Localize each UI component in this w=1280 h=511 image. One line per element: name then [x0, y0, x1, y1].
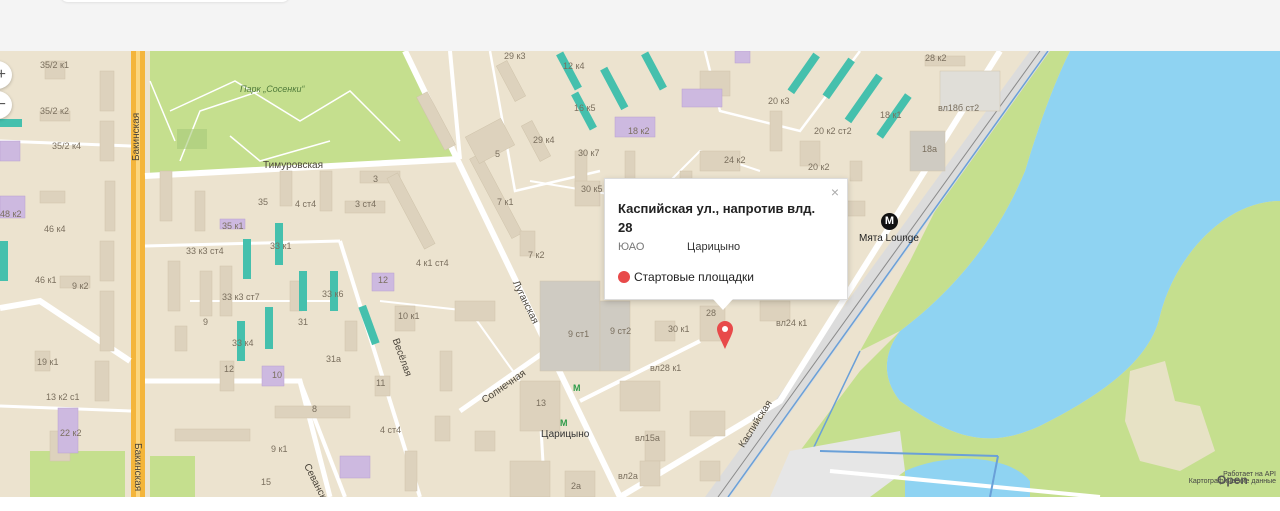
- house-number: 35/2 к4: [52, 141, 81, 151]
- house-number: 9 к2: [72, 281, 89, 291]
- house-number: вл15а: [635, 433, 660, 443]
- popup-title: Каспийская ул., напротив влд. 28: [618, 201, 816, 235]
- house-number: 10: [272, 370, 283, 380]
- house-number: 46 к1: [35, 275, 57, 285]
- page-header-strip: [0, 0, 1280, 51]
- house-number: 18 к2: [628, 126, 650, 136]
- house-number: 35/2 к1: [40, 60, 69, 70]
- house-number: 10 к1: [398, 311, 420, 321]
- house-number: 35 к1: [222, 221, 244, 231]
- metro-icon-small: M: [560, 418, 568, 428]
- house-number: 11: [376, 378, 386, 388]
- house-number: 4 ст4: [380, 425, 402, 435]
- street-label-timurovskaya: Тимуровская: [263, 160, 324, 171]
- close-icon[interactable]: ×: [831, 184, 839, 200]
- search-bar-edge[interactable]: [60, 0, 290, 2]
- house-number: 46 к4: [44, 224, 66, 234]
- house-number: 28 к2: [925, 53, 947, 63]
- house-number: 22 к2: [60, 428, 82, 438]
- house-number: 20 к2 ст2: [814, 126, 852, 136]
- house-number: 8: [312, 404, 318, 414]
- house-number: 31а: [326, 354, 342, 364]
- street-label-bakinskaya: Бакинская: [131, 112, 142, 161]
- poi-label[interactable]: Мята Lounge: [859, 233, 919, 244]
- house-number: 33 к1: [270, 241, 292, 251]
- house-number: 15: [261, 477, 272, 487]
- house-number: вл18б ст2: [938, 103, 980, 113]
- house-number: вл24 к1: [776, 318, 808, 328]
- place-popup: × Каспийская ул., напротив влд. 28 ЮАО Ц…: [604, 178, 848, 310]
- restaurant-icon[interactable]: M: [881, 213, 898, 230]
- house-number: 7 к2: [528, 250, 545, 260]
- map-logo: Open: [1217, 473, 1248, 487]
- house-number: 30 к5: [581, 184, 603, 194]
- house-number: 9 ст2: [610, 326, 632, 336]
- popup-category: Стартовые площадки: [618, 270, 754, 284]
- house-number: 4 ст4: [295, 199, 317, 209]
- house-number: 9: [203, 317, 209, 327]
- house-number: 13 к2 с1: [46, 392, 80, 402]
- house-number: 33 к6: [322, 289, 344, 299]
- popup-district: ЮАО: [618, 241, 645, 253]
- house-number: 33 к3 ст4: [186, 246, 224, 256]
- house-number: 3: [373, 174, 379, 184]
- house-number: 35/2 к2: [40, 106, 69, 116]
- house-number: 2а: [571, 481, 582, 491]
- house-number: 18 к1: [880, 110, 902, 120]
- house-number: 35: [258, 197, 269, 207]
- house-number: 33 к3 ст7: [222, 292, 260, 302]
- house-number: 31: [298, 317, 309, 327]
- house-number: 5: [495, 149, 501, 159]
- house-number: 20 к3: [768, 96, 790, 106]
- house-number: 9 к1: [271, 444, 288, 454]
- house-number: 29 к3: [504, 51, 526, 61]
- popup-category-label: Стартовые площадки: [634, 270, 754, 284]
- category-dot-icon: [618, 271, 630, 283]
- park-sosenki: [150, 51, 455, 174]
- house-number: 12 к4: [563, 61, 585, 71]
- house-number: 13: [536, 398, 547, 408]
- house-number: 29 к4: [533, 135, 555, 145]
- house-number: 4 к1 ст4: [416, 258, 449, 268]
- house-number: 24 к2: [724, 155, 746, 165]
- house-number: 20 к2: [808, 162, 830, 172]
- park-label: Парк „Сосенки“: [240, 84, 305, 94]
- house-number: 3 ст4: [355, 199, 377, 209]
- street-label-bakinskaya-2: Бакинская: [132, 443, 143, 492]
- house-number: вл2а: [618, 471, 638, 481]
- house-number: вл28 к1: [650, 363, 682, 373]
- house-number: 30 к1: [668, 324, 690, 334]
- house-number: 9 ст1: [568, 329, 590, 339]
- house-number: 7 к1: [497, 197, 514, 207]
- house-number: 12: [378, 275, 389, 285]
- page-bottom-strip: [0, 497, 1280, 511]
- metro-icon-small: M: [573, 383, 581, 393]
- house-number: 12: [224, 364, 235, 374]
- house-number: 33 к4: [232, 338, 254, 348]
- popup-pointer: [713, 299, 733, 310]
- house-number: 48 к2: [0, 209, 22, 219]
- popup-area: Царицыно: [687, 241, 741, 253]
- house-number: 18а: [922, 144, 938, 154]
- house-number: 30 к7: [578, 148, 600, 158]
- house-number: 16 к5: [574, 103, 596, 113]
- house-number: 19 к1: [37, 357, 59, 367]
- metro-station-label: Царицыно: [541, 429, 590, 440]
